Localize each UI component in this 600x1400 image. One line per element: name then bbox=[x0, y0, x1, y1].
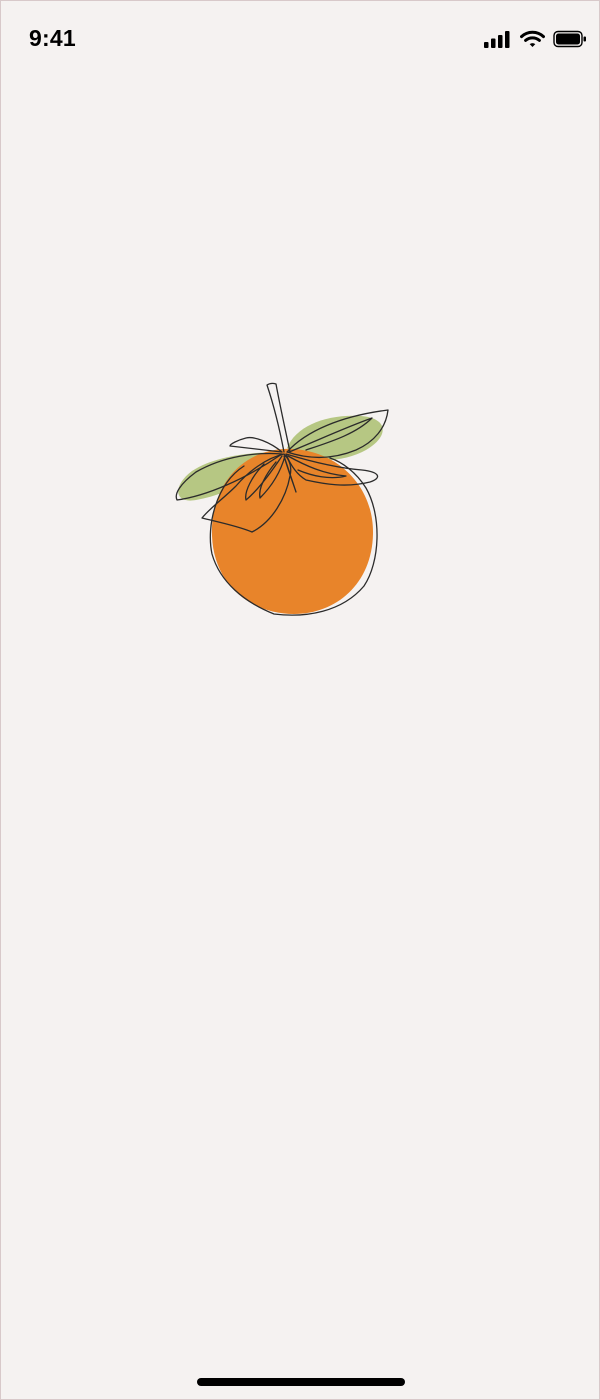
orange-illustration bbox=[166, 376, 396, 626]
orange-fill bbox=[211, 448, 374, 614]
status-bar: 9:41 bbox=[1, 1, 599, 81]
signal-icon bbox=[484, 30, 512, 48]
status-time: 9:41 bbox=[29, 25, 76, 51]
upper-left-petal bbox=[229, 436, 283, 453]
stem-outline bbox=[266, 382, 291, 453]
battery-icon bbox=[553, 30, 587, 48]
status-icons bbox=[484, 28, 587, 50]
wifi-icon bbox=[520, 30, 545, 48]
app-screen: 9:41 bbox=[0, 0, 600, 1400]
home-indicator[interactable] bbox=[197, 1378, 405, 1386]
orange-drawing bbox=[175, 382, 389, 616]
